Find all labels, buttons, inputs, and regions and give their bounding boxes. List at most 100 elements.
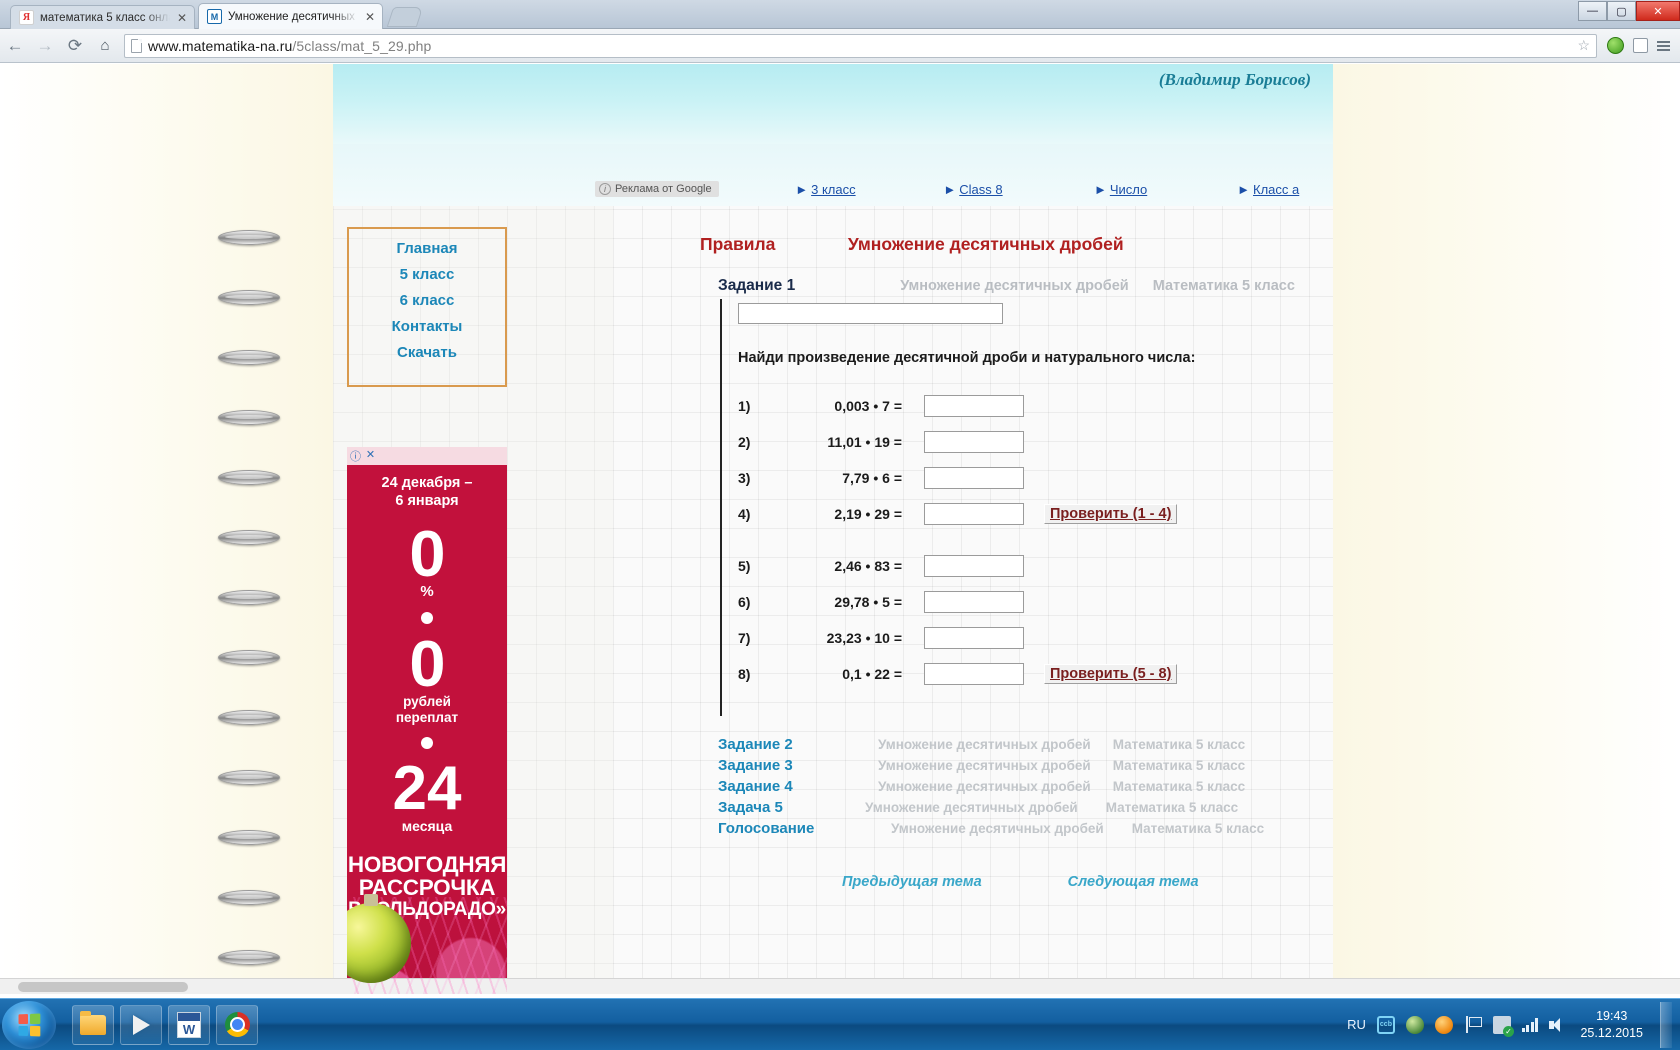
minimize-button[interactable]: — <box>1578 1 1607 21</box>
taskbar-explorer-button[interactable] <box>72 1004 114 1045</box>
url-host: www.matematika-na.ru <box>148 37 293 54</box>
rules-link[interactable]: Правила <box>700 234 775 254</box>
ad-link-1[interactable]: ► 3 класс <box>795 182 855 197</box>
browser-tab-1[interactable]: Я математика 5 класс онла ✕ <box>10 5 195 29</box>
ad-percent-label: % <box>420 583 434 601</box>
ccb-icon[interactable]: ccb <box>1376 1015 1395 1034</box>
close-window-button[interactable]: ✕ <box>1636 1 1680 21</box>
taskbar-word-button[interactable]: W <box>168 1004 210 1045</box>
ad-dates: 24 декабря – 6 января <box>381 475 473 510</box>
watermark-topic: Умножение десятичных дробей <box>900 278 1129 294</box>
task-link-3[interactable]: Задание 3 <box>718 757 878 774</box>
sidebar-item-grade6[interactable]: 6 класс <box>400 292 455 309</box>
exercise-row: 1) 0,003 • 7 = <box>738 388 1280 424</box>
ad-info-icon[interactable]: ⓘ <box>349 448 362 464</box>
show-desktop-button[interactable] <box>1660 1001 1672 1048</box>
volume-icon[interactable] <box>1549 1017 1565 1032</box>
exercise-answer-input[interactable] <box>924 503 1024 525</box>
close-icon[interactable]: ✕ <box>364 10 376 24</box>
ad-link-4[interactable]: ► Класс а <box>1237 182 1299 197</box>
task-watermark-subject: Математика 5 класс <box>1112 737 1246 752</box>
sidebar-item-home[interactable]: Главная <box>396 240 457 257</box>
start-button[interactable] <box>2 1000 56 1049</box>
extension-icon-2[interactable] <box>1633 38 1648 53</box>
sidebar-item-download[interactable]: Скачать <box>397 344 457 361</box>
exercise-answer-input[interactable] <box>924 431 1024 453</box>
ads-badge[interactable]: i Реклама от Google <box>595 181 719 197</box>
task-watermark-topic: Умножение десятичных дробей <box>878 737 1091 752</box>
taskbar-chrome-button[interactable] <box>216 1004 258 1045</box>
ad-link-label: 3 класс <box>811 181 856 197</box>
browser-tab-2[interactable]: M Умножение десятичных д ✕ <box>198 3 383 29</box>
exercise-answer-input[interactable] <box>924 591 1024 613</box>
close-icon[interactable]: ✕ <box>176 11 188 25</box>
clock[interactable]: 19:43 25.12.2015 <box>1576 1008 1643 1042</box>
globe-icon[interactable] <box>1405 1015 1424 1034</box>
ad-link-3[interactable]: ► Число <box>1094 182 1147 197</box>
task-watermark-topic: Умножение десятичных дробей <box>878 758 1091 773</box>
home-icon[interactable]: ⌂ <box>90 37 120 54</box>
flag-icon[interactable] <box>1464 1015 1482 1034</box>
reload-icon[interactable]: ⟳ <box>60 36 90 56</box>
task-watermark-subject: Математика 5 класс <box>1112 779 1246 794</box>
exercise-number: 4) <box>738 506 751 522</box>
exercise-expression: 2,19 • 29 = <box>834 506 902 522</box>
prev-topic-link[interactable]: Предыдущая тема <box>842 874 982 890</box>
bookmark-star-icon[interactable]: ☆ <box>1577 37 1590 54</box>
advertisement-banner[interactable]: ⓘ ✕ 24 декабря – 6 января 0 % 0 рублей п… <box>347 447 507 994</box>
sidebar-item-contacts[interactable]: Контакты <box>392 318 463 335</box>
ad-dot <box>421 612 433 625</box>
task-watermark-topic: Умножение десятичных дробей <box>878 779 1091 794</box>
site-nav-box: Главная 5 класс 6 класс Контакты Скачать <box>347 227 507 387</box>
clock-date: 25.12.2015 <box>1580 1025 1643 1040</box>
language-indicator[interactable]: RU <box>1347 1017 1366 1032</box>
ad-link-label: Класс а <box>1253 181 1300 197</box>
taskbar-media-player-button[interactable] <box>120 1004 162 1045</box>
url-path: /5class/mat_5_29.php <box>292 37 432 54</box>
exercise-gap <box>738 532 1280 548</box>
back-icon[interactable]: ← <box>0 36 30 56</box>
update-icon[interactable] <box>1434 1015 1453 1034</box>
ad-link-2[interactable]: ► Class 8 <box>943 182 1002 197</box>
next-topic-link[interactable]: Следующая тема <box>1068 874 1199 890</box>
check-button-1-4[interactable]: Проверить (1 - 4) <box>1044 504 1178 524</box>
topic-navigation: Предыдущая тема Следующая тема <box>842 874 1199 890</box>
task-title-input[interactable] <box>738 303 1003 324</box>
spiral-binding <box>218 64 298 994</box>
exercise-expression: 0,1 • 22 = <box>842 666 902 682</box>
task-link-5[interactable]: Задача 5 <box>718 799 878 816</box>
ads-badge-label: Реклама от Google <box>615 183 712 195</box>
exercise-answer-input[interactable] <box>924 627 1024 649</box>
word-icon: W <box>177 1011 201 1038</box>
exercise-answer-input[interactable] <box>924 467 1024 489</box>
horizontal-scrollbar[interactable] <box>0 978 1680 994</box>
info-icon[interactable]: i <box>599 183 611 195</box>
ad-link-label: Class 8 <box>959 181 1003 197</box>
task-link-2[interactable]: Задание 2 <box>718 736 878 753</box>
action-center-icon[interactable] <box>1492 1015 1514 1037</box>
windows-logo-icon <box>18 1013 41 1036</box>
task-link-4[interactable]: Задание 4 <box>718 778 878 795</box>
ad-close-icon[interactable]: ✕ <box>364 448 377 464</box>
exercise-row: 4) 2,19 • 29 = Проверить (1 - 4) <box>738 496 1280 532</box>
extension-icon[interactable] <box>1607 37 1624 54</box>
maximize-button[interactable]: ▢ <box>1607 1 1636 21</box>
new-tab-button[interactable] <box>386 7 424 27</box>
check-button-5-8[interactable]: Проверить (5 - 8) <box>1044 664 1178 684</box>
task-link-vote[interactable]: Голосование <box>718 820 878 837</box>
task-link-row: Задача 5 Умножение десятичных дробей Мат… <box>718 799 1264 820</box>
address-bar[interactable]: www.matematika-na.ru/5class/mat_5_29.php… <box>124 33 1597 58</box>
exercise-answer-input[interactable] <box>924 663 1024 685</box>
toolbar-extensions <box>1607 37 1680 54</box>
forward-icon[interactable]: → <box>30 36 60 56</box>
exercise-answer-input[interactable] <box>924 555 1024 577</box>
exercise-answer-input[interactable] <box>924 395 1024 417</box>
sidebar-item-grade5[interactable]: 5 класс <box>400 266 455 283</box>
chrome-menu-icon[interactable] <box>1657 40 1670 51</box>
page-info-icon[interactable] <box>131 38 142 53</box>
watermark-subject: Математика 5 класс <box>1152 278 1295 294</box>
scrollbar-thumb[interactable] <box>18 982 188 992</box>
network-icon[interactable] <box>1521 1017 1539 1032</box>
folder-icon <box>80 1010 106 1035</box>
task-watermark-subject: Математика 5 класс <box>1112 758 1246 773</box>
